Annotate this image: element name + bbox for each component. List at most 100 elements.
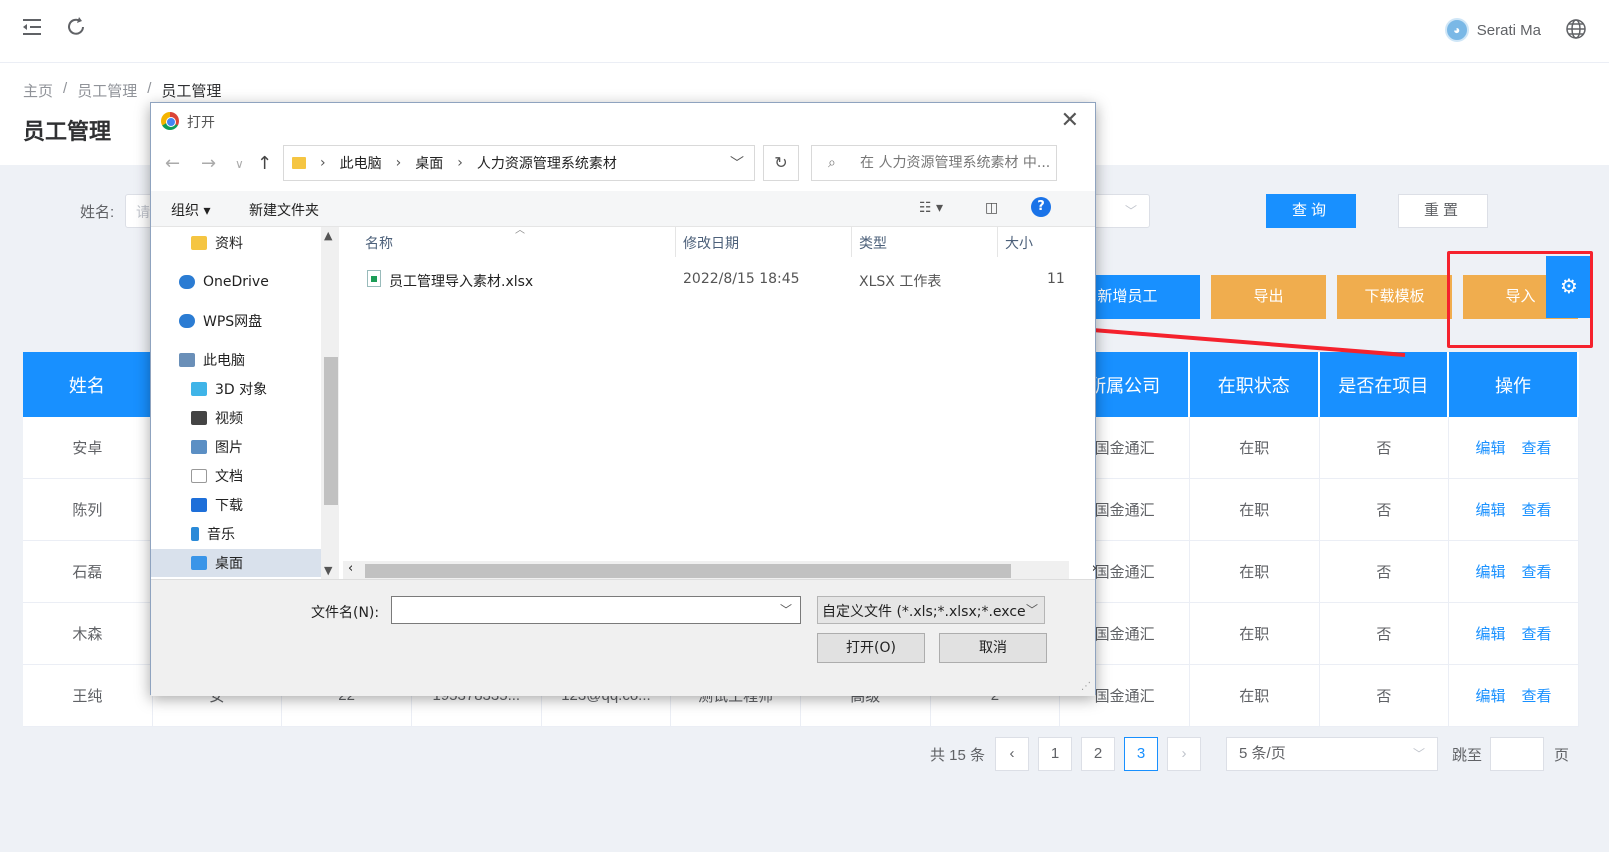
edit-link[interactable]: 编辑 <box>1476 437 1506 458</box>
name-filter-label: 姓名: <box>80 204 115 221</box>
column-size[interactable]: 大小 <box>1005 233 1033 253</box>
edit-link[interactable]: 编辑 <box>1476 499 1506 520</box>
back-arrow-icon[interactable]: ← <box>165 153 180 174</box>
prev-page-button[interactable]: ‹ <box>995 737 1030 771</box>
nav-item[interactable]: WPS网盘 <box>151 307 321 335</box>
path-segment[interactable]: 桌面 <box>415 153 443 173</box>
search-placeholder: 在 人力资源管理系统素材 中... <box>860 155 1051 171</box>
column-divider <box>997 227 998 257</box>
video-icon <box>191 411 207 425</box>
scroll-down-icon[interactable]: ▼ <box>324 564 332 577</box>
dialog-title: 打开 <box>187 115 215 131</box>
resize-grip-icon[interactable]: ⋰ <box>1081 681 1091 692</box>
forward-arrow-icon[interactable]: → <box>201 153 216 174</box>
nav-item-label: 此电脑 <box>203 353 245 369</box>
folder-search-input[interactable]: ⌕ 在 人力资源管理系统素材 中... <box>811 145 1057 181</box>
file-type: XLSX 工作表 <box>859 274 942 290</box>
organize-menu[interactable]: 组织 ▾ <box>171 200 210 220</box>
table-cell: 否 <box>1320 541 1450 602</box>
cube-icon <box>191 382 207 396</box>
refresh-icon[interactable]: ↻ <box>763 145 799 181</box>
path-segment[interactable]: 人力资源管理系统素材 <box>477 153 617 173</box>
view-link[interactable]: 查看 <box>1522 685 1552 706</box>
refresh-icon[interactable] <box>62 16 90 44</box>
preview-pane-icon[interactable]: ◫ <box>985 200 998 216</box>
filename-input[interactable]: ﹀ <box>391 596 801 624</box>
scroll-up-icon[interactable]: ▲ <box>324 229 332 242</box>
breadcrumb-home[interactable]: 主页 <box>23 80 53 101</box>
nav-item-label: 下载 <box>215 498 243 514</box>
nav-item-label: 音乐 <box>207 527 235 543</box>
page-size-value: 5 条/页 <box>1239 745 1286 762</box>
menu-fold-icon[interactable] <box>18 16 46 44</box>
scroll-thumb[interactable] <box>324 357 338 505</box>
edit-link[interactable]: 编辑 <box>1476 561 1506 582</box>
nav-scrollbar[interactable]: ▲ ▼ <box>321 227 339 579</box>
table-cell: 在职 <box>1190 479 1320 540</box>
language-globe-icon[interactable] <box>1565 18 1587 40</box>
column-type[interactable]: 类型 <box>859 233 887 253</box>
nav-item[interactable]: 3D 对象 <box>151 375 321 403</box>
page-size-select[interactable]: 5 条/页 ﹀ <box>1226 737 1439 771</box>
download-template-button[interactable]: 下载模板 <box>1337 275 1452 319</box>
close-icon[interactable]: ✕ <box>1061 108 1079 133</box>
nav-item[interactable]: OneDrive <box>151 268 321 296</box>
jump-page-input[interactable] <box>1490 737 1545 771</box>
next-page-button[interactable]: › <box>1167 737 1202 771</box>
scroll-right-icon[interactable]: › <box>1092 561 1097 576</box>
nav-item[interactable]: 下载 <box>151 491 321 519</box>
breadcrumb-employee[interactable]: 员工管理 <box>77 80 137 101</box>
nav-item[interactable]: 资料 <box>151 229 321 257</box>
reset-button[interactable]: 重置 <box>1398 194 1488 228</box>
breadcrumb-separator: / <box>63 80 68 97</box>
table-cell: 木森 <box>23 603 153 664</box>
page-3-button[interactable]: 3 <box>1124 737 1159 771</box>
nav-item[interactable]: 图片 <box>151 433 321 461</box>
export-button[interactable]: 导出 <box>1211 275 1326 319</box>
filetype-value: 自定义文件 (*.xls;*.xlsx;*.excel <box>822 604 1030 620</box>
address-bar[interactable]: › 此电脑 › 桌面 › 人力资源管理系统素材 ﹀ <box>283 145 755 181</box>
help-icon[interactable]: ? <box>1031 197 1051 217</box>
top-bar: ◕ Serati Ma <box>0 0 1609 63</box>
cancel-button[interactable]: 取消 <box>939 633 1047 663</box>
chevron-down-icon: ﹀ <box>1413 747 1426 761</box>
breadcrumb-current: 员工管理 <box>161 83 222 100</box>
chevron-down-icon[interactable]: ﹀ <box>730 153 744 173</box>
column-date[interactable]: 修改日期 <box>683 233 739 253</box>
user-menu[interactable]: ◕ Serati Ma <box>1444 16 1541 44</box>
up-arrow-icon[interactable]: ↑ <box>257 153 272 174</box>
jump-suffix: 页 <box>1554 746 1570 764</box>
operation-cell: 编辑 查看 <box>1449 541 1579 602</box>
nav-item[interactable]: 此电脑 <box>151 346 321 374</box>
recent-chevron-icon[interactable]: ∨ <box>235 157 244 171</box>
filetype-select[interactable]: 自定义文件 (*.xls;*.xlsx;*.excel ﹀ <box>817 596 1045 624</box>
hscroll-thumb[interactable] <box>365 564 1011 578</box>
view-link[interactable]: 查看 <box>1522 499 1552 520</box>
open-button[interactable]: 打开(O) <box>817 633 925 663</box>
view-link[interactable]: 查看 <box>1522 623 1552 644</box>
table-cell: 在职 <box>1190 541 1320 602</box>
column-name[interactable]: 名称 <box>365 233 393 253</box>
nav-item[interactable]: 文档 <box>151 462 321 490</box>
edit-link[interactable]: 编辑 <box>1476 685 1506 706</box>
chevron-down-icon[interactable]: ﹀ <box>780 601 792 618</box>
view-link[interactable]: 查看 <box>1522 437 1552 458</box>
path-segment[interactable]: 此电脑 <box>340 153 382 173</box>
chrome-icon <box>161 112 179 130</box>
file-list-hscrollbar[interactable]: ‹ › <box>343 561 1097 579</box>
page-1-button[interactable]: 1 <box>1038 737 1073 771</box>
page-title: 员工管理 <box>23 119 112 144</box>
address-row: ← → ∨ ↑ › 此电脑 › 桌面 › 人力资源管理系统素材 ﹀ ↻ ⌕ 在 … <box>151 145 1095 183</box>
view-link[interactable]: 查看 <box>1522 561 1552 582</box>
file-row[interactable]: 员工管理导入素材.xlsx 2022/8/15 18:45 XLSX 工作表 1… <box>343 267 1095 293</box>
page-2-button[interactable]: 2 <box>1081 737 1116 771</box>
scroll-left-icon[interactable]: ‹ <box>348 561 353 576</box>
nav-item[interactable]: 桌面 <box>151 549 321 577</box>
edit-link[interactable]: 编辑 <box>1476 623 1506 644</box>
view-options-icon[interactable]: ☷ ▾ <box>919 200 943 216</box>
nav-item[interactable]: 音乐 <box>151 520 321 548</box>
file-size: 11 <box>1047 271 1065 287</box>
new-folder-button[interactable]: 新建文件夹 <box>249 200 319 220</box>
nav-item[interactable]: 视频 <box>151 404 321 432</box>
query-button[interactable]: 查询 <box>1266 194 1356 228</box>
